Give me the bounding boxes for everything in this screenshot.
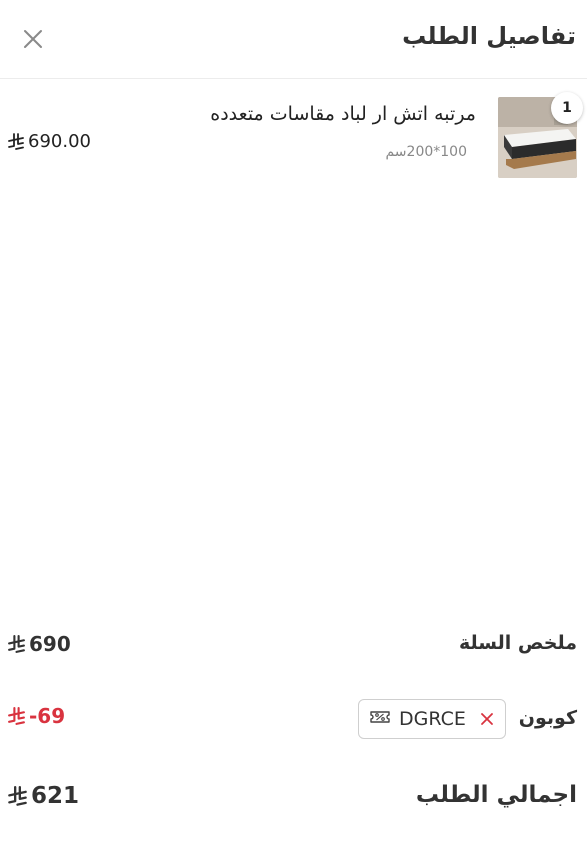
close-icon[interactable] <box>20 26 46 52</box>
coupon-chip: DGRCE <box>358 699 506 739</box>
coupon-code: DGRCE <box>399 708 466 730</box>
close-icon[interactable] <box>479 711 495 727</box>
total-label: اجمالي الطلب <box>415 782 577 808</box>
product-name: مرتبه اتش ار لباد مقاسات متعدده <box>210 103 476 125</box>
saudi-riyal-icon <box>8 132 24 151</box>
discount-tag-icon <box>369 709 391 729</box>
subtotal-value: 690 <box>29 632 71 656</box>
coupon-label: كوبون <box>518 707 577 729</box>
coupon-discount: -69 <box>29 704 66 728</box>
cart-item: 1 مرتبه اتش ار لباد مقاسات متعدده 100*20… <box>0 92 587 186</box>
price-value: 690.00 <box>28 131 91 152</box>
page-title: تفاصيل الطلب <box>402 22 576 50</box>
product-variant: 100*200سم <box>385 144 467 160</box>
order-details-header: تفاصيل الطلب <box>0 0 587 79</box>
product-price: 690.00 <box>8 131 91 152</box>
saudi-riyal-icon <box>8 706 25 726</box>
subtotal-label: ملخص السلة <box>458 632 577 654</box>
remove-coupon-button[interactable] <box>479 711 495 727</box>
coupon-discount-wrap: -69 <box>8 704 65 728</box>
subtotal-value-wrap: 690 <box>8 632 71 656</box>
total-value: 621 <box>31 783 80 809</box>
quantity-badge: 1 <box>551 92 583 124</box>
saudi-riyal-icon <box>8 634 25 654</box>
saudi-riyal-icon <box>8 785 27 807</box>
total-value-wrap: 621 <box>8 783 79 809</box>
close-button[interactable] <box>20 26 46 52</box>
